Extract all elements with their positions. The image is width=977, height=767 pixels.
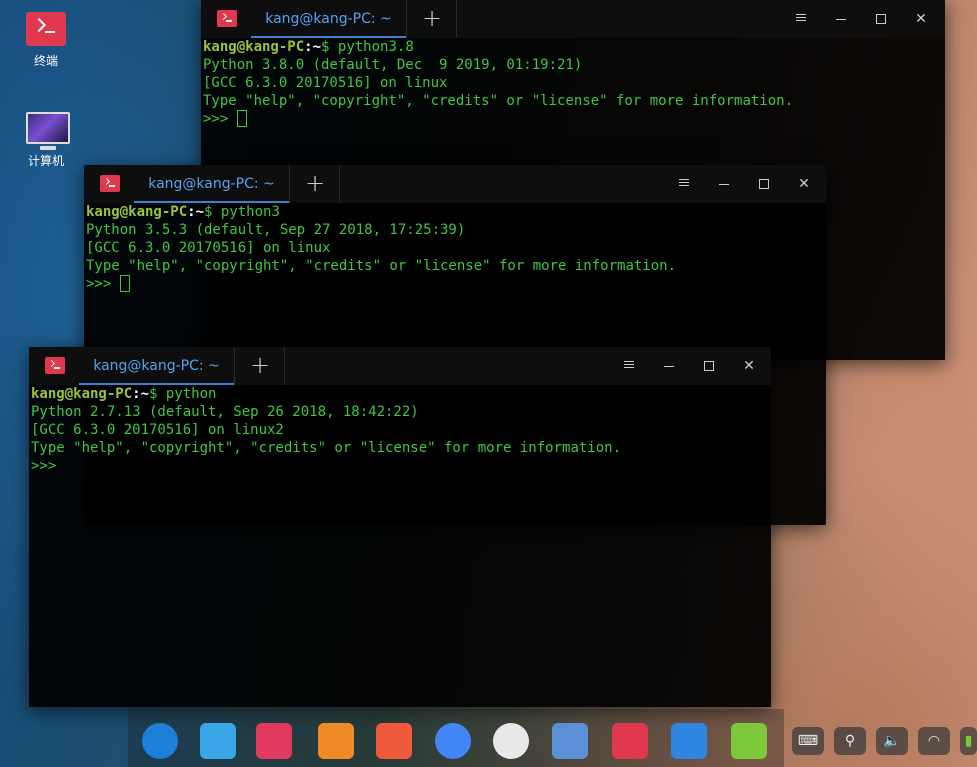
desktop-icon-label: 计算机 <box>27 154 64 168</box>
video-player-icon[interactable] <box>671 723 707 759</box>
settings-icon[interactable] <box>493 723 529 759</box>
minimize-button[interactable] <box>659 356 679 376</box>
repl-line: >>> <box>203 110 943 128</box>
output-line: Python 3.8.0 (default, Dec 9 2019, 01:19… <box>203 57 583 73</box>
command-text: $ python3.8 <box>321 39 414 55</box>
prompt-separator: : <box>187 204 196 220</box>
terminal-icon <box>26 12 66 46</box>
shell-prompt-line: kang@kang-PC:~$ python3 <box>86 203 824 221</box>
usb-icon[interactable]: ⚲ <box>834 727 866 755</box>
prompt-user: kang@kang-PC <box>203 39 305 55</box>
repl-prompt: >>> <box>203 111 237 127</box>
terminal-output[interactable]: kang@kang-PC:~$ python3.8 Python 3.8.0 (d… <box>201 38 945 128</box>
repl-line: >>> <box>86 275 824 293</box>
computer-icon <box>26 112 70 150</box>
terminal-icon <box>45 357 65 374</box>
new-tab-button[interactable]: + <box>408 0 457 38</box>
menu-button[interactable] <box>791 9 811 29</box>
prompt-user: kang@kang-PC <box>86 204 188 220</box>
tab-terminal[interactable]: kang@kang-PC: ~ <box>134 165 290 203</box>
repl-line: >>> <box>31 457 769 475</box>
desktop-icon-label: 终端 <box>33 54 58 68</box>
command-text: $ python <box>149 386 217 402</box>
command-text: $ python3 <box>204 204 280 220</box>
keyboard-icon[interactable]: ⌨ <box>792 727 824 755</box>
close-button[interactable]: ✕ <box>794 174 814 194</box>
prompt-separator: : <box>304 39 313 55</box>
terminal-output[interactable]: kang@kang-PC:~$ python3 Python 3.5.3 (def… <box>84 203 826 293</box>
output-line: Python 2.7.13 (default, Sep 26 2018, 18:… <box>31 404 419 420</box>
terminal-window-python27[interactable]: kang@kang-PC: ~ + ✕ kang@kang-PC:~$ pyth… <box>29 347 771 707</box>
new-tab-button[interactable]: + <box>236 347 285 385</box>
minimize-button[interactable] <box>714 174 734 194</box>
battery-icon[interactable]: ▮ <box>960 727 977 755</box>
output-line: Python 3.5.3 (default, Sep 27 2018, 17:2… <box>86 222 466 238</box>
output-line: Type "help", "copyright", "credits" or "… <box>203 93 794 109</box>
tab-terminal[interactable]: kang@kang-PC: ~ <box>251 0 407 38</box>
output-line: Type "help", "copyright", "credits" or "… <box>86 258 677 274</box>
maximize-button[interactable] <box>699 356 719 376</box>
output-line: [GCC 6.3.0 20170516] on linux2 <box>31 422 284 438</box>
app-store-icon[interactable] <box>318 723 354 759</box>
screenshot-icon[interactable] <box>256 723 292 759</box>
prompt-path: ~ <box>140 386 150 402</box>
output-line: [GCC 6.3.0 20170516] on linux <box>86 240 331 256</box>
volume-icon[interactable]: 🔈 <box>876 727 908 755</box>
prompt-path: ~ <box>312 39 322 55</box>
wifi-icon[interactable]: ◠ <box>918 727 950 755</box>
terminal-icon <box>217 10 237 27</box>
desktop-icon-terminal[interactable]: 终端 <box>11 12 81 69</box>
repl-prompt: >>> <box>31 458 57 474</box>
maximize-button[interactable] <box>871 9 891 29</box>
text-cursor <box>236 110 247 127</box>
output-line: Type "help", "copyright", "credits" or "… <box>31 440 622 456</box>
terminal-output[interactable]: kang@kang-PC:~$ python Python 2.7.13 (def… <box>29 385 771 475</box>
file-manager-icon[interactable] <box>200 723 236 759</box>
prompt-separator: : <box>132 386 141 402</box>
terminal-icon <box>100 175 120 192</box>
tab-terminal[interactable]: kang@kang-PC: ~ <box>79 347 235 385</box>
close-button[interactable]: ✕ <box>739 356 759 376</box>
screen-recorder-icon[interactable] <box>376 723 412 759</box>
output-line: [GCC 6.3.0 20170516] on linux <box>203 75 448 91</box>
notes-icon[interactable] <box>552 723 588 759</box>
desktop-icon-computer[interactable]: 计算机 <box>11 112 81 169</box>
titlebar[interactable]: kang@kang-PC: ~ + ✕ <box>84 165 826 203</box>
dock <box>128 709 784 767</box>
titlebar[interactable]: kang@kang-PC: ~ + ✕ <box>201 0 945 38</box>
new-tab-button[interactable]: + <box>291 165 340 203</box>
repl-prompt: >>> <box>86 276 120 292</box>
minimize-button[interactable] <box>831 9 851 29</box>
prompt-user: kang@kang-PC <box>31 386 133 402</box>
menu-button[interactable] <box>674 174 694 194</box>
shell-prompt-line: kang@kang-PC:~$ python3.8 <box>203 38 943 56</box>
maximize-button[interactable] <box>754 174 774 194</box>
music-icon[interactable] <box>731 723 767 759</box>
shell-prompt-line: kang@kang-PC:~$ python <box>31 385 769 403</box>
menu-button[interactable] <box>619 356 639 376</box>
system-tray: ⌨ ⚲ 🔈 ◠ ▮ <box>788 709 977 767</box>
prompt-path: ~ <box>195 204 205 220</box>
titlebar[interactable]: kang@kang-PC: ~ + ✕ <box>29 347 771 385</box>
terminal-icon[interactable] <box>612 723 648 759</box>
launcher-icon[interactable] <box>142 723 178 759</box>
close-button[interactable]: ✕ <box>911 9 931 29</box>
chrome-icon[interactable] <box>435 723 471 759</box>
text-cursor <box>119 275 130 292</box>
